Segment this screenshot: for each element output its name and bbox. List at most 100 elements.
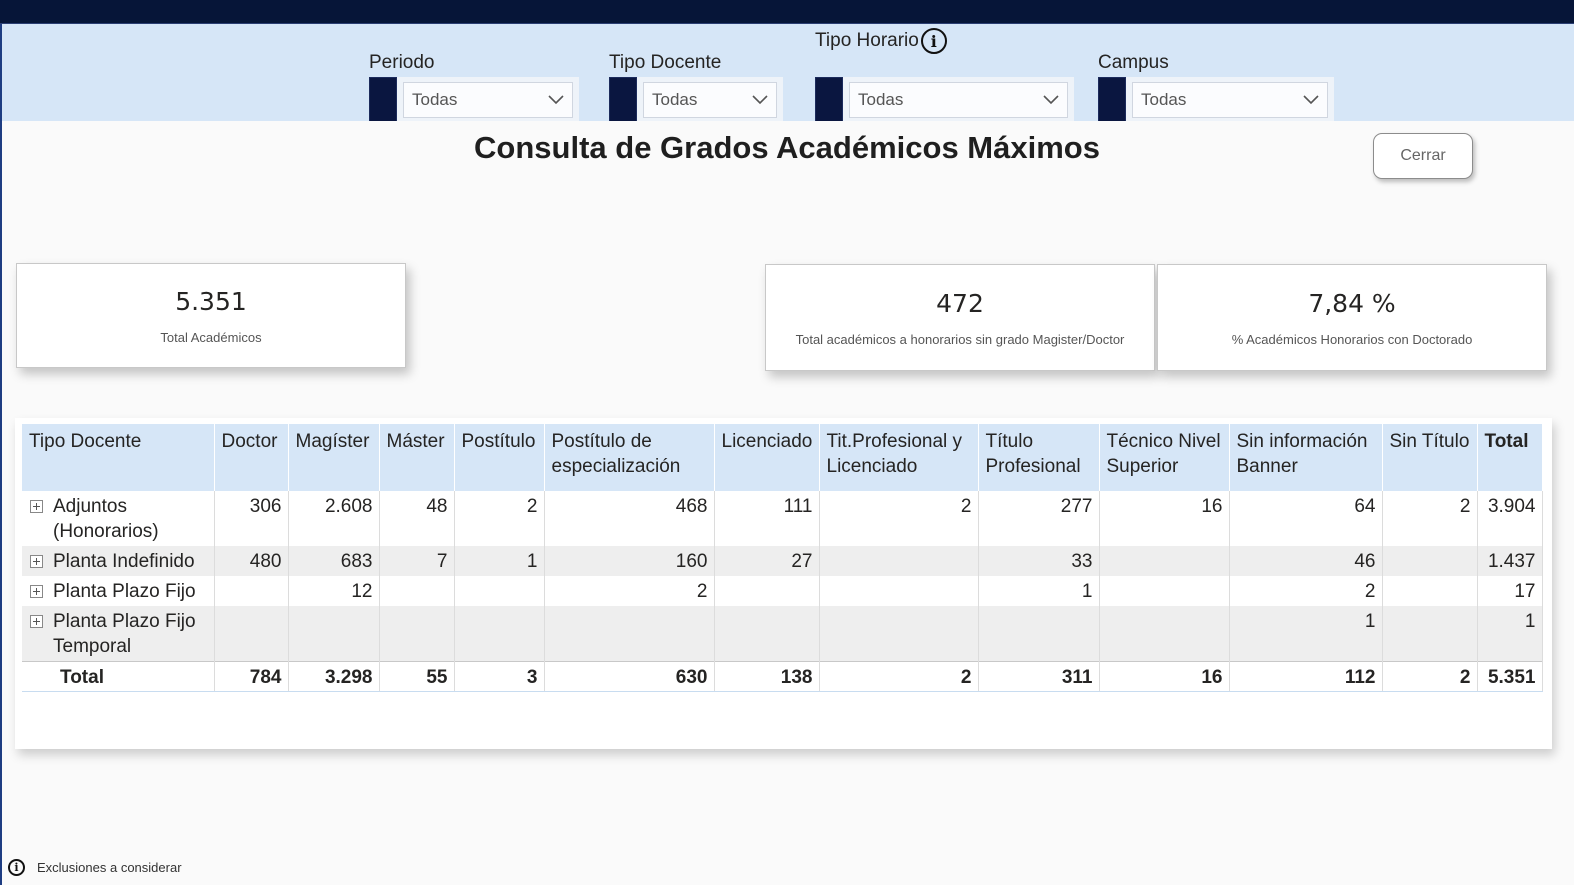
- column-header[interactable]: Postítulo: [454, 424, 545, 491]
- expand-plus-icon[interactable]: [30, 615, 43, 628]
- column-header[interactable]: Postítulo de especialización: [544, 424, 715, 491]
- table-cell: [379, 606, 455, 661]
- expand-plus-icon[interactable]: [30, 585, 43, 598]
- table-cell: 468: [544, 491, 715, 546]
- total-cell: 784: [214, 660, 289, 692]
- kpi-label: Total Académicos: [160, 329, 262, 345]
- table-cell: [214, 606, 289, 661]
- column-header[interactable]: Tit.Profesional y Licenciado: [819, 424, 979, 491]
- column-header[interactable]: Tipo Docente: [22, 424, 215, 491]
- tipo-horario-dropdown[interactable]: Todas: [849, 81, 1068, 118]
- table-cell: 2: [1382, 491, 1478, 546]
- info-icon: i: [8, 859, 25, 876]
- table-cell: 64: [1229, 491, 1383, 546]
- expand-plus-icon[interactable]: [30, 500, 43, 513]
- total-cell: 3.298: [288, 660, 380, 692]
- table-cell: [214, 576, 289, 606]
- column-header[interactable]: Licenciado: [714, 424, 820, 491]
- kpi-card-porcentaje-doctorado: 7,84 % % Académicos Honorarios con Docto…: [1157, 264, 1547, 371]
- total-cell: 16: [1099, 660, 1230, 692]
- periodo-dropdown[interactable]: Todas: [403, 81, 573, 118]
- table-cell: [978, 606, 1100, 661]
- table-cell: 480: [214, 546, 289, 576]
- table-cell: [1099, 576, 1230, 606]
- table-cell: [1382, 606, 1478, 661]
- slicer-color-swatch: [369, 77, 397, 122]
- table-cell: 306: [214, 491, 289, 546]
- slicer-title: Tipo Horario: [815, 30, 919, 51]
- table-row: Adjuntos (Honorarios) 306 2.608 48 2 468 111 2 2…: [22, 491, 1543, 546]
- total-cell: 3: [454, 660, 545, 692]
- column-header[interactable]: Máster: [379, 424, 455, 491]
- table-header-row: Tipo Docente Doctor Magíster Máster Post…: [22, 424, 1543, 491]
- table-cell: [819, 576, 979, 606]
- table-cell: [379, 576, 455, 606]
- table-cell: 111: [714, 491, 820, 546]
- dropdown-value: Todas: [858, 89, 904, 109]
- slicer-box: Todas: [815, 77, 1074, 122]
- total-cell: 2: [1382, 660, 1478, 692]
- slicer-label: Periodo: [369, 52, 435, 74]
- kpi-card-honorarios-sin-grado: 472 Total académicos a honorarios sin gr…: [765, 264, 1155, 371]
- table-cell: 33: [978, 546, 1100, 576]
- table-cell: [544, 606, 715, 661]
- slicer-label: Tipo Horario i: [815, 28, 947, 54]
- table-cell: 3.904: [1477, 491, 1543, 546]
- page-title: Consulta de Grados Académicos Máximos: [474, 130, 1100, 165]
- chevron-down-icon: [752, 92, 768, 108]
- table-cell: 7: [379, 546, 455, 576]
- close-button[interactable]: Cerrar: [1373, 133, 1473, 179]
- total-cell: 311: [978, 660, 1100, 692]
- expand-plus-icon[interactable]: [30, 555, 43, 568]
- column-header[interactable]: Título Profesional: [978, 424, 1100, 491]
- row-header: Planta Indefinido: [22, 546, 215, 576]
- exclusiones-link[interactable]: i Exclusiones a considerar: [8, 859, 182, 876]
- column-header[interactable]: Doctor: [214, 424, 289, 491]
- table-cell: 1: [1229, 606, 1383, 661]
- table-cell: [714, 606, 820, 661]
- table-cell: 17: [1477, 576, 1543, 606]
- dropdown-value: Todas: [652, 89, 698, 109]
- table-cell: 2.608: [288, 491, 380, 546]
- slicer-title: Periodo: [369, 52, 435, 73]
- row-header: Adjuntos (Honorarios): [22, 491, 215, 546]
- table-cell: [288, 606, 380, 661]
- slicer-color-swatch: [1098, 77, 1126, 122]
- row-label: Planta Plazo Fijo Temporal: [53, 611, 196, 657]
- tipo-docente-dropdown[interactable]: Todas: [643, 81, 777, 118]
- table-cell: 1.437: [1477, 546, 1543, 576]
- kpi-label: % Académicos Honorarios con Doctorado: [1231, 331, 1473, 347]
- slicer-label: Campus: [1098, 52, 1169, 74]
- column-header[interactable]: Sin información Banner: [1229, 424, 1383, 491]
- table-cell: 2: [819, 491, 979, 546]
- table-cell: [714, 576, 820, 606]
- table-cell: 2: [454, 491, 545, 546]
- slicer-color-swatch: [815, 77, 843, 122]
- table-cell: 46: [1229, 546, 1383, 576]
- campus-dropdown[interactable]: Todas: [1132, 81, 1328, 118]
- chevron-down-icon: [1043, 92, 1059, 108]
- row-header: Planta Plazo Fijo Temporal: [22, 606, 215, 661]
- column-header[interactable]: Técnico Nivel Superior: [1099, 424, 1230, 491]
- column-header[interactable]: Sin Título: [1382, 424, 1478, 491]
- column-header-total[interactable]: Total: [1477, 424, 1543, 491]
- top-bar: [0, 0, 1574, 24]
- slicer-box: Todas: [609, 77, 783, 122]
- table-cell: [454, 606, 545, 661]
- slicer-box: Todas: [369, 77, 579, 122]
- table-cell: 12: [288, 576, 380, 606]
- column-header[interactable]: Magíster: [288, 424, 380, 491]
- total-cell: 112: [1229, 660, 1383, 692]
- table-cell: 16: [1099, 491, 1230, 546]
- table-cell: 683: [288, 546, 380, 576]
- slicer-label: Tipo Docente: [609, 52, 721, 74]
- row-label: Adjuntos (Honorarios): [53, 496, 159, 542]
- info-icon[interactable]: i: [920, 28, 947, 54]
- table-total-row: Total 784 3.298 55 3 630 138 2 311 16 112 2 5.351: [22, 660, 1543, 692]
- slicer-color-swatch: [609, 77, 637, 122]
- grados-matrix-table: Tipo Docente Doctor Magíster Máster Post…: [22, 424, 1543, 692]
- chevron-down-icon: [1303, 92, 1319, 108]
- table-cell: 1: [978, 576, 1100, 606]
- total-cell: 55: [379, 660, 455, 692]
- row-label: Planta Indefinido: [53, 551, 195, 572]
